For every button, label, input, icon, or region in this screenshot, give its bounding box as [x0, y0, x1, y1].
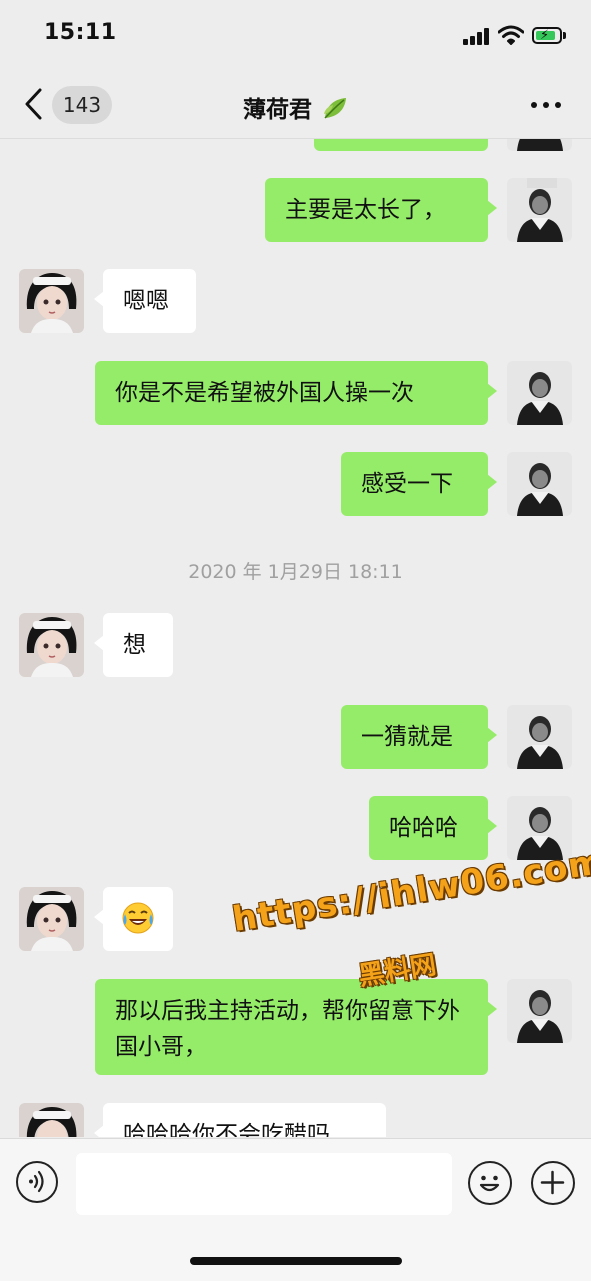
wifi-icon [498, 25, 524, 45]
contact-avatar[interactable] [19, 269, 84, 333]
message-bubble[interactable]: 哈哈哈 [369, 796, 497, 860]
message-bubble[interactable]: 你是不是希望被外国人操一次 [95, 361, 497, 425]
message-bubble[interactable]: 感受一下 [341, 452, 497, 516]
chat-title: 薄荷君 [0, 90, 591, 124]
message-bubble[interactable]: 那以后我主持活动，帮你留意下外国小哥， [95, 979, 497, 1075]
message-bubble[interactable]: 一猜就是 [341, 705, 497, 769]
voice-icon[interactable] [16, 1161, 58, 1203]
crying-laughing-emoji-icon [122, 902, 154, 934]
message-bubble-partial[interactable] [314, 139, 488, 151]
message-bubble[interactable]: 主要是太长了， [265, 178, 497, 242]
status-time: 15:11 [44, 20, 117, 45]
message-list[interactable]: 主要是太长了， 嗯嗯 你是不是希望被外国人操一次 感受一下 2020 年 1月2… [0, 139, 591, 1137]
chat-title-text: 薄荷君 [242, 97, 312, 123]
message-bubble[interactable]: 想 [94, 613, 173, 677]
chat-timestamp: 2020 年 1月29日 18:11 [188, 561, 403, 583]
contact-avatar[interactable] [19, 1103, 84, 1137]
my-avatar[interactable] [507, 705, 572, 769]
status-bar: 15:11 ⚡ [0, 0, 591, 72]
emoji-icon[interactable] [468, 1161, 512, 1205]
my-avatar[interactable] [507, 361, 572, 425]
more-options-icon[interactable] [531, 102, 561, 108]
my-avatar[interactable] [507, 139, 572, 151]
my-avatar[interactable] [507, 452, 572, 516]
my-avatar[interactable] [507, 979, 572, 1043]
chat-header: 143 薄荷君 [0, 72, 591, 139]
plus-icon[interactable] [531, 1161, 575, 1205]
message-bubble[interactable]: 哈哈哈你不会吃醋吗 [94, 1103, 386, 1137]
message-bubble[interactable]: 嗯嗯 [94, 269, 196, 333]
my-avatar[interactable] [507, 178, 572, 242]
contact-avatar[interactable] [19, 613, 84, 677]
contact-avatar[interactable] [19, 887, 84, 951]
message-input[interactable] [76, 1153, 452, 1215]
home-indicator[interactable] [190, 1257, 402, 1265]
battery-icon: ⚡ [532, 27, 562, 44]
leaf-icon [324, 98, 346, 119]
cellular-signal-icon [463, 27, 493, 45]
my-avatar[interactable] [507, 796, 572, 860]
message-bubble-emoji[interactable] [94, 887, 173, 951]
